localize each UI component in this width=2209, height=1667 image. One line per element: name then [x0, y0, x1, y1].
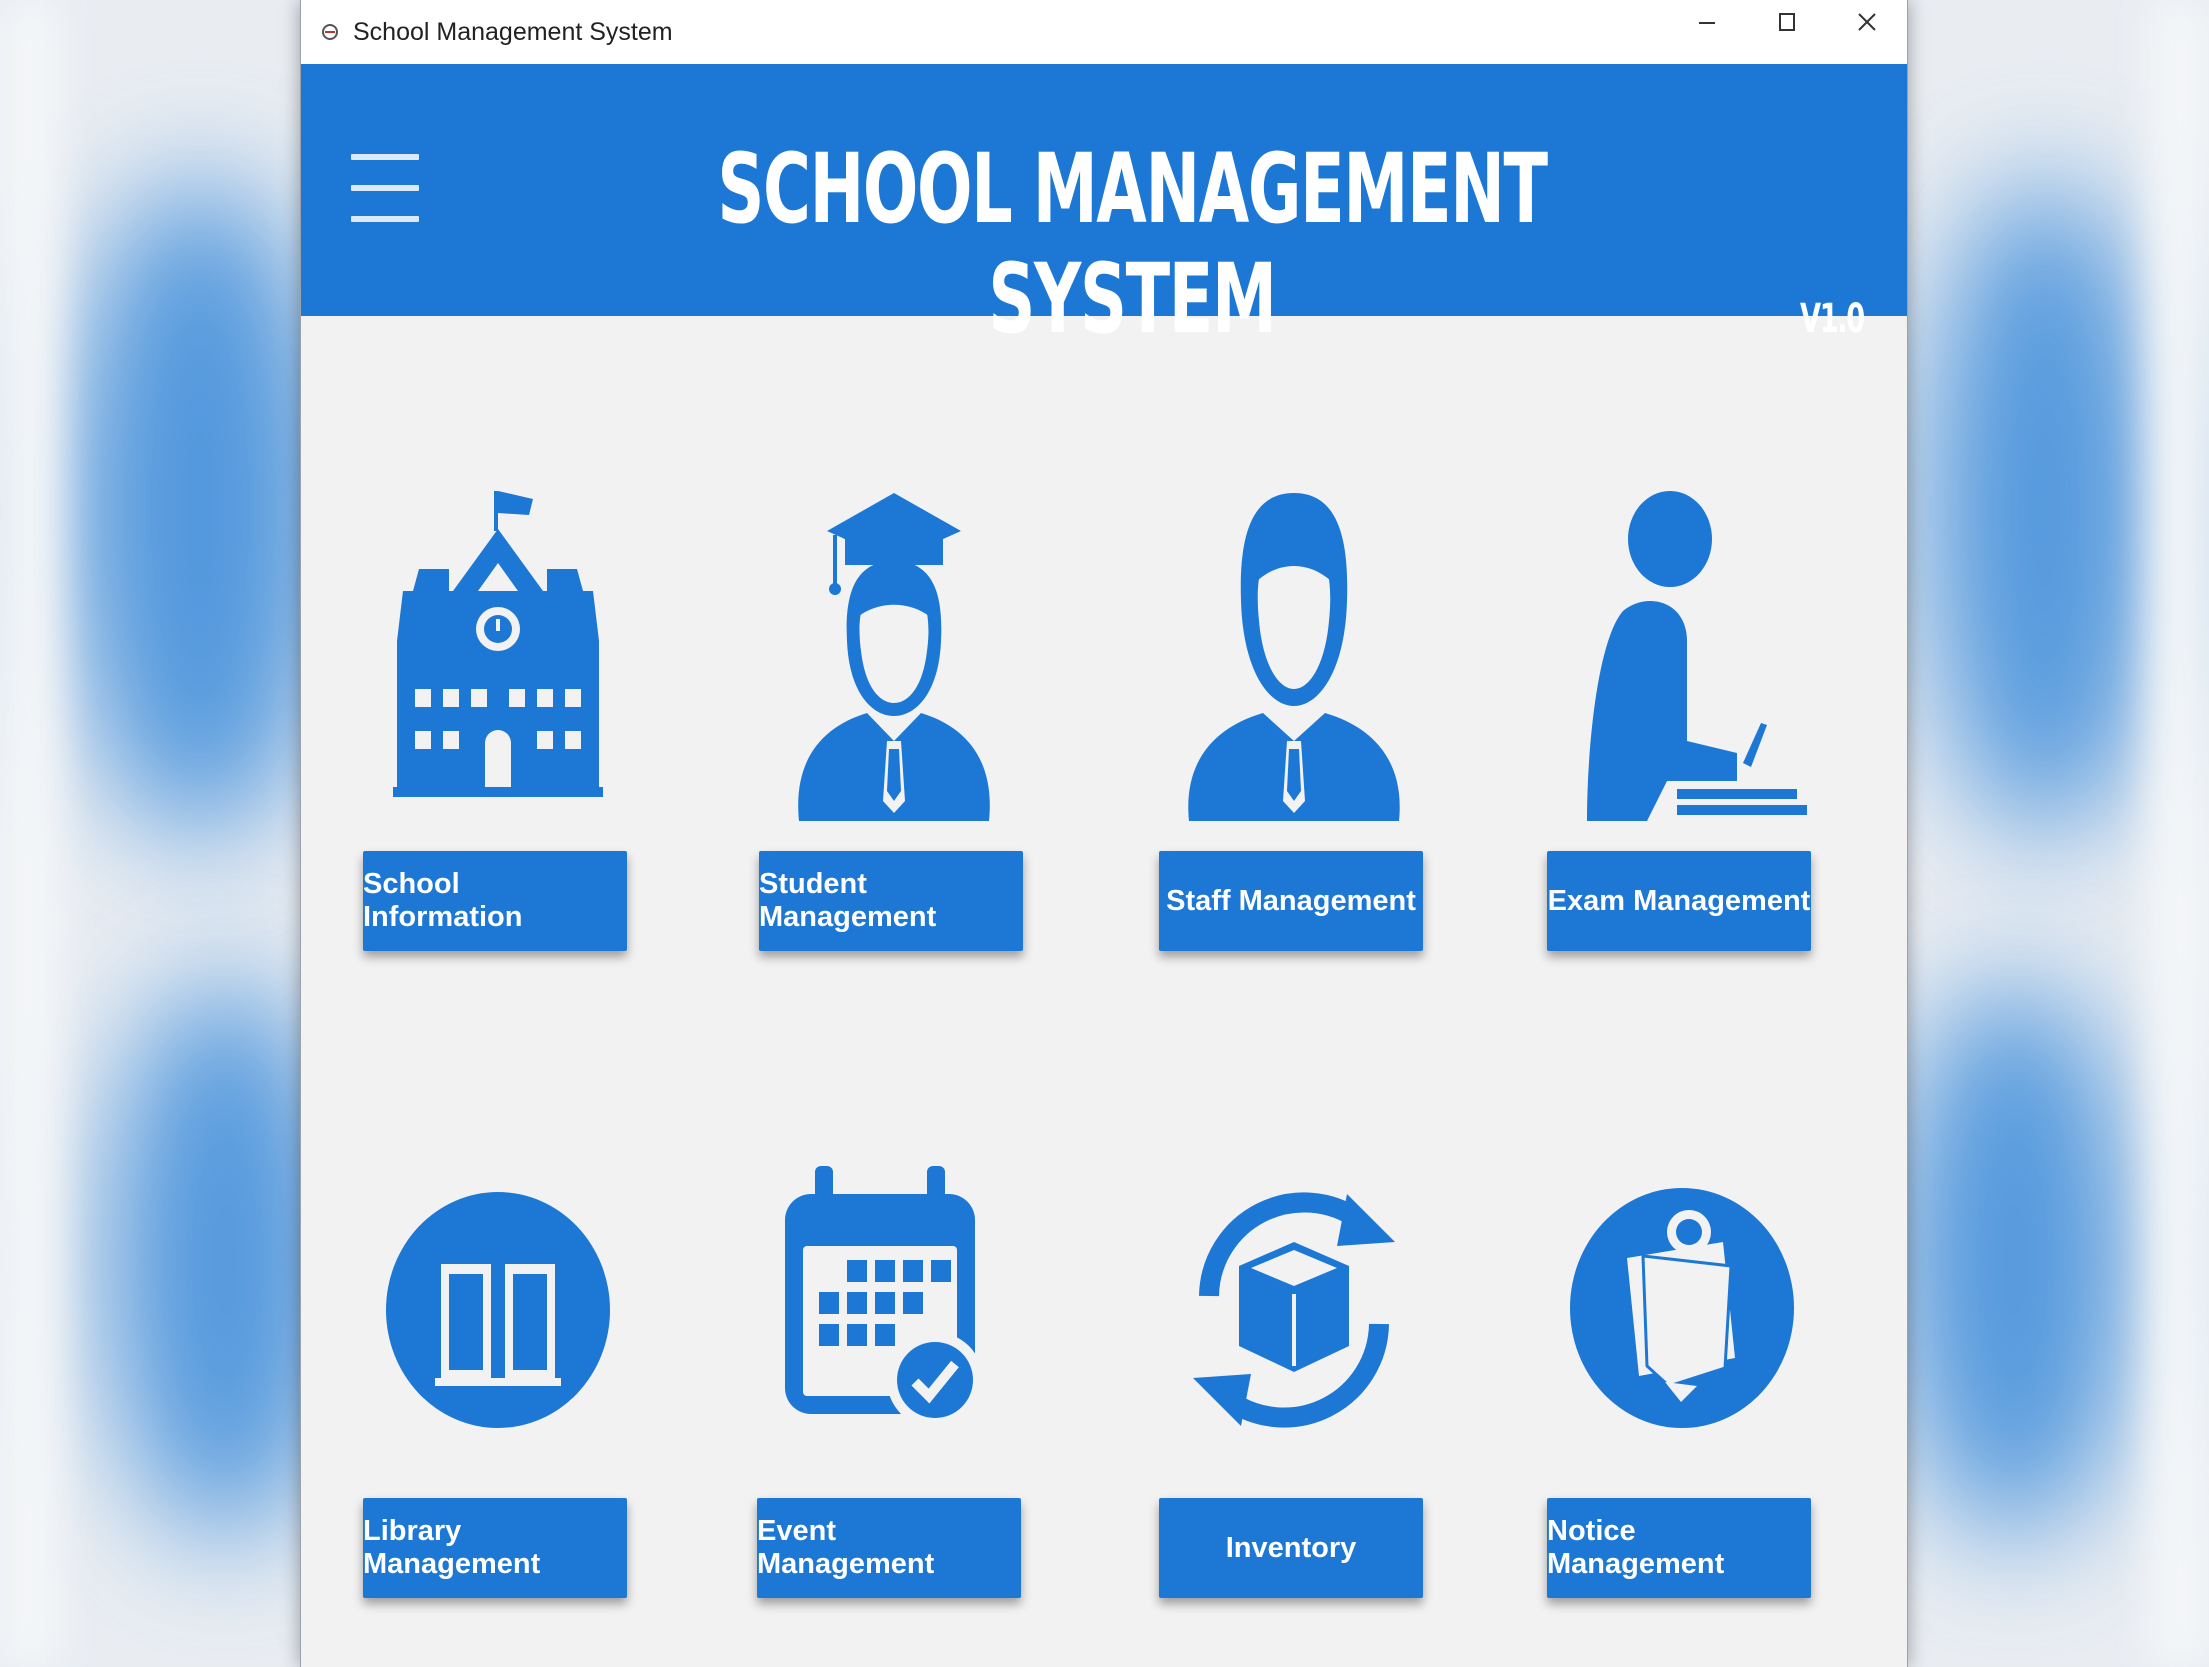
maximize-icon — [1779, 13, 1795, 31]
module-grid: School Information Student Management St… — [301, 316, 1907, 1667]
title-bar[interactable]: School Management System — [301, 0, 1907, 64]
student-management-button[interactable]: Student Management — [759, 851, 1023, 951]
maximize-button[interactable] — [1747, 0, 1827, 44]
library-management-button[interactable]: Library Management — [363, 1498, 627, 1598]
close-icon — [1858, 13, 1876, 31]
exam-writing-icon — [1547, 491, 1817, 831]
inventory-button[interactable]: Inventory — [1159, 1498, 1423, 1598]
app-window: School Management System SCHOOL MANAGEME… — [300, 0, 1908, 1667]
app-header: SCHOOL MANAGEMENT SYSTEM V1.0 — [301, 64, 1907, 354]
staff-management-button[interactable]: Staff Management — [1159, 851, 1423, 951]
staff-person-icon — [1159, 491, 1429, 831]
app-icon — [319, 21, 341, 43]
close-button[interactable] — [1827, 0, 1907, 44]
window-controls — [1667, 0, 1907, 44]
minimize-button[interactable] — [1667, 0, 1747, 44]
notice-pin-icon — [1547, 1146, 1817, 1486]
box-refresh-icon — [1159, 1146, 1429, 1486]
school-information-button[interactable]: School Information — [363, 851, 627, 951]
school-building-icon — [363, 491, 633, 831]
calendar-check-icon — [757, 1146, 1027, 1486]
exam-management-button[interactable]: Exam Management — [1547, 851, 1811, 951]
graduate-student-icon — [759, 491, 1029, 831]
window-title: School Management System — [353, 17, 673, 46]
book-icon — [363, 1146, 633, 1486]
minimize-icon — [1699, 22, 1715, 24]
notice-management-button[interactable]: Notice Management — [1547, 1498, 1811, 1598]
event-management-button[interactable]: Event Management — [757, 1498, 1021, 1598]
